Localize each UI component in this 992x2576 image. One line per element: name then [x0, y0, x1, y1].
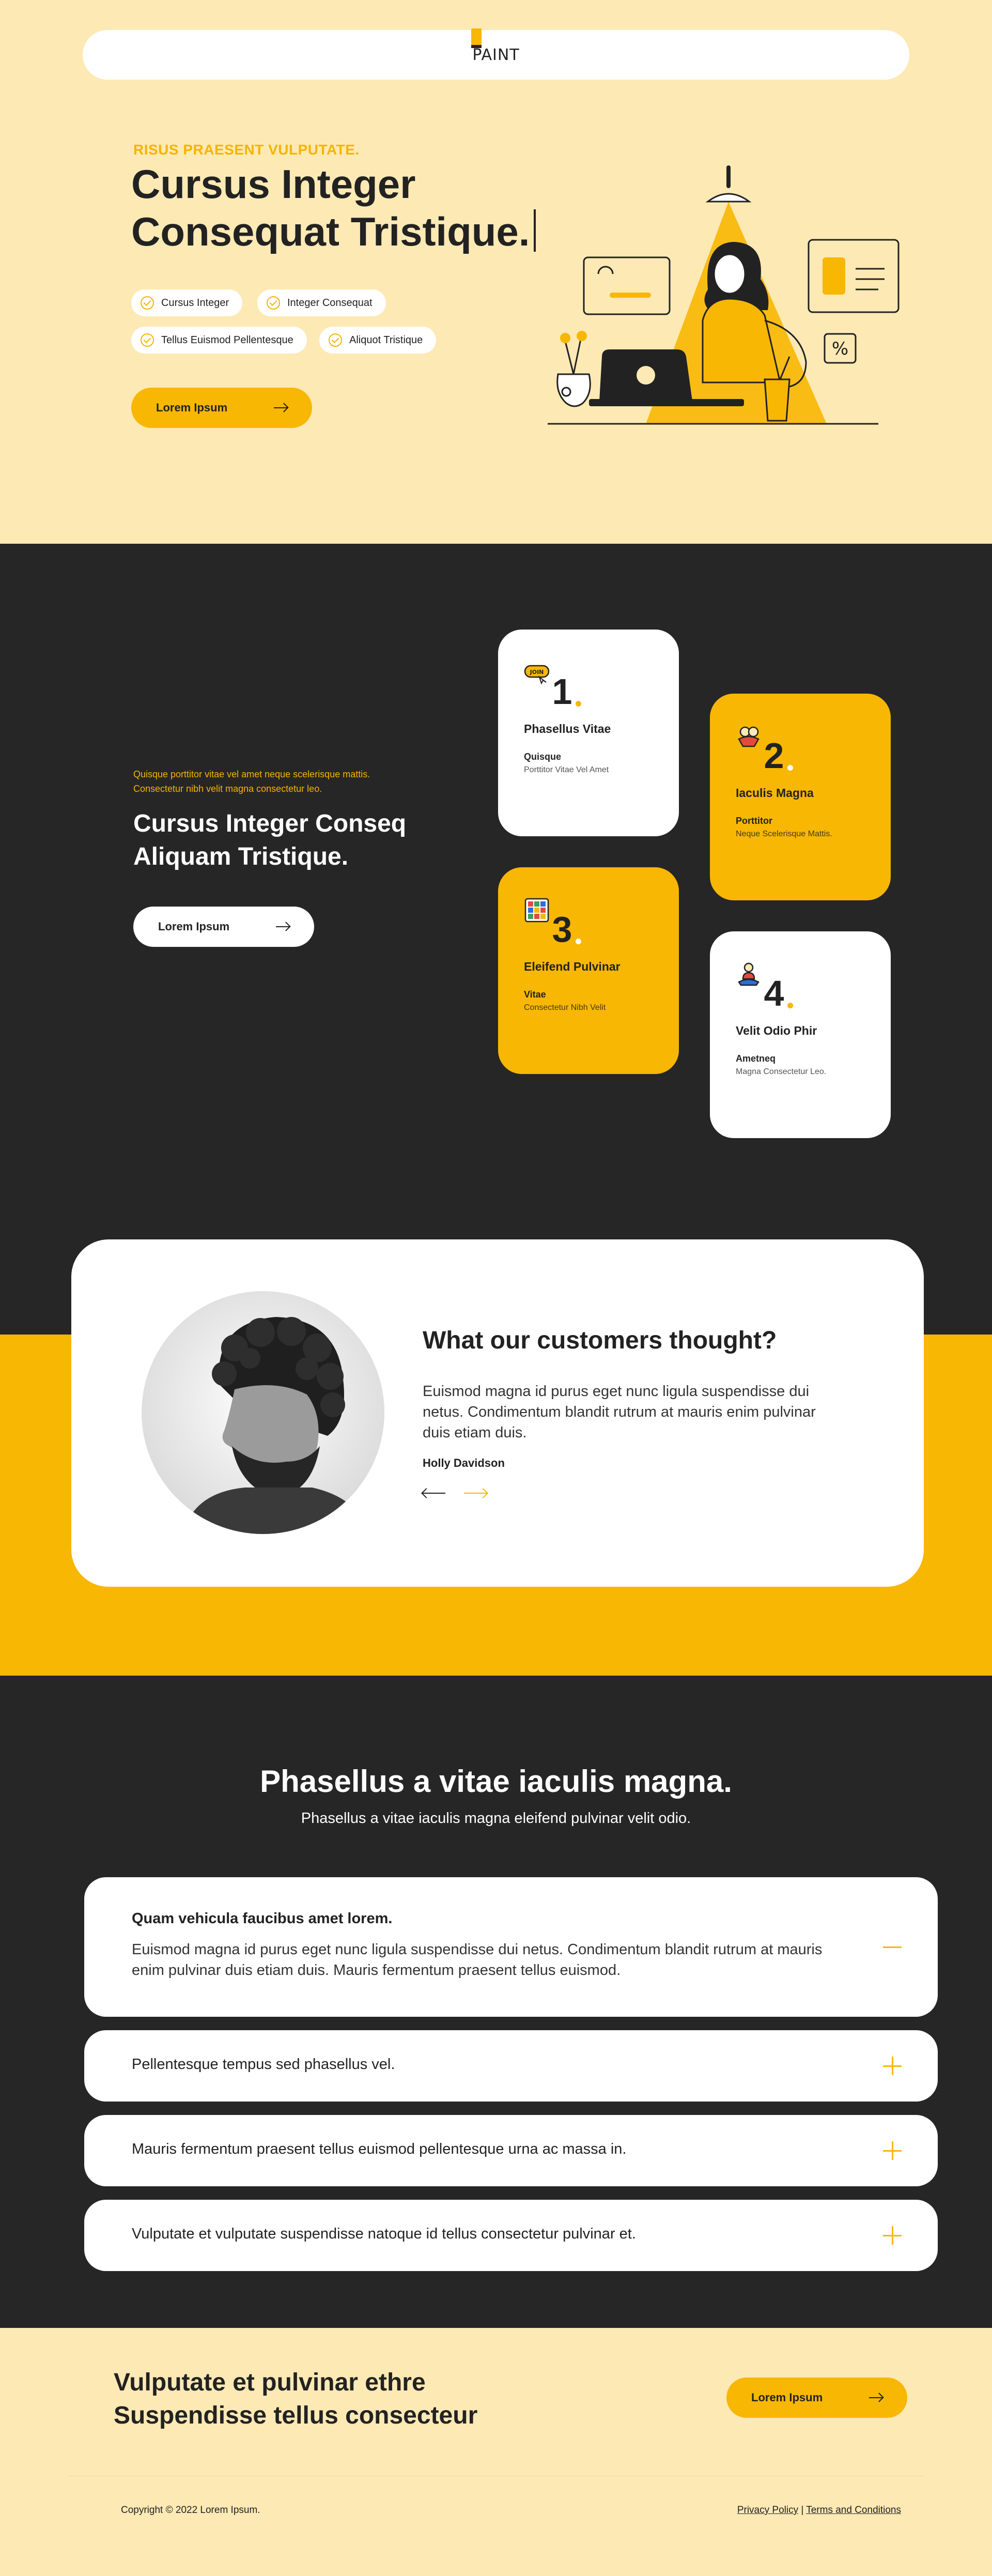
testimonial-card: What our customers thought? Euismod magn…: [71, 1239, 924, 1587]
feature-card-4[interactable]: 4 Velit Odio Phir Ametneq Magna Consecte…: [710, 931, 891, 1138]
faq-title: Phasellus a vitae iaculis magna.: [260, 1764, 732, 1799]
arrow-right-icon[interactable]: [464, 1493, 487, 1494]
plus-icon[interactable]: [883, 2226, 902, 2245]
testimonial-quote: Euismod magna id purus eget nunc ligula …: [423, 1383, 816, 1441]
hero-eyebrow: RISUS PRAESENT VULPUTATE.: [133, 142, 360, 158]
color-grid-icon: [524, 898, 549, 923]
feature-card-subtitle: Porttitor: [736, 816, 772, 826]
cta-button[interactable]: Lorem Ipsum: [726, 2378, 907, 2418]
plus-icon[interactable]: [883, 2057, 902, 2075]
features-section: Quisque porttitor vitae vel amet neque s…: [0, 544, 992, 1335]
feature-card-title: Eleifend Pulvinar: [524, 960, 621, 973]
hero-tag-label: Aliquot Tristique: [349, 334, 423, 346]
hero-title-line-1: Cursus Integer: [131, 161, 416, 207]
plus-icon[interactable]: [883, 2141, 902, 2160]
hero-section: PAINT RISUS PRAESENT VULPUTATE. Cursus I…: [0, 0, 992, 544]
faq-question: Mauris fermentum praesent tellus euismod…: [132, 2141, 627, 2157]
hero-title-line-2: Consequat Tristique.: [131, 209, 530, 254]
arrow-right-icon: [869, 2397, 882, 2398]
faq-answer: Euismod magna id purus eget nunc ligula …: [132, 1941, 823, 1979]
join-badge-icon: JOIN: [524, 665, 550, 685]
meditation-icon: [738, 962, 760, 986]
feature-card-subtitle: Quisque: [524, 752, 562, 762]
feature-card-2[interactable]: 2 Iaculis Magna Porttitor Neque Sceleris…: [710, 694, 891, 900]
check-circle-icon: [329, 333, 342, 347]
faq-question: Quam vehicula faucibus amet lorem.: [132, 1910, 393, 1927]
feature-card-number: 1: [552, 671, 582, 712]
handshake-icon: [738, 726, 760, 747]
hero-cta-button[interactable]: Lorem Ipsum: [131, 388, 312, 428]
join-badge-text: JOIN: [530, 669, 544, 676]
hero-tag-label: Integer Consequat: [287, 297, 373, 309]
features-cta-button[interactable]: Lorem Ipsum: [133, 907, 314, 947]
arrow-right-icon: [274, 407, 287, 408]
check-circle-icon: [141, 333, 154, 347]
hero-tag-label: Tellus Euismod Pellentesque: [161, 334, 293, 346]
features-cta-label: Lorem Ipsum: [158, 920, 230, 933]
legal-separator: |: [801, 2505, 804, 2516]
hero-tag: Tellus Euismod Pellentesque: [131, 327, 307, 354]
top-navbar: PAINT: [83, 28, 909, 80]
feature-card-description: Neque Scelerisque Mattis.: [736, 830, 832, 838]
feature-card-title: Iaculis Magna: [736, 786, 814, 800]
faq-item-open[interactable]: Quam vehicula faucibus amet lorem. Euism…: [84, 1877, 938, 2017]
cta-title: Vulputate et pulvinar ethre Suspendisse …: [114, 2369, 478, 2429]
faq-section: Phasellus a vitae iaculis magna. Phasell…: [0, 1676, 992, 2328]
faq-item[interactable]: Vulputate et vulputate suspendisse natoq…: [84, 2200, 938, 2271]
feature-card-title: Phasellus Vitae: [524, 722, 611, 735]
faq-item[interactable]: Mauris fermentum praesent tellus euismod…: [84, 2115, 938, 2186]
customer-avatar: [142, 1291, 384, 1534]
features-title: Cursus Integer Conseq Aliquam Tristique.: [133, 810, 407, 870]
page: PAINT RISUS PRAESENT VULPUTATE. Cursus I…: [0, 0, 992, 2576]
feature-card-description: Consectetur Nibh Velit: [524, 1003, 606, 1012]
minus-icon[interactable]: [883, 1938, 902, 1956]
feature-card-1[interactable]: JOIN 1 Phasellus Vitae Quisque Porttitor…: [498, 630, 679, 836]
hero-cta-label: Lorem Ipsum: [156, 401, 228, 414]
features-eyebrow: Quisque porttitor vitae vel amet neque s…: [133, 769, 370, 794]
check-circle-icon: [141, 296, 154, 310]
hero-title: Cursus Integer Consequat Tristique.: [131, 160, 596, 255]
faq-question: Pellentesque tempus sed phasellus vel.: [132, 2056, 395, 2073]
arrow-left-icon[interactable]: [423, 1493, 445, 1494]
text-caret: [534, 209, 536, 252]
cta-button-label: Lorem Ipsum: [751, 2391, 823, 2404]
testimonial-author: Holly Davidson: [423, 1456, 505, 1469]
feature-card-title: Velit Odio Phir: [736, 1024, 817, 1037]
hero-illustration: %: [548, 165, 900, 425]
testimonial-heading: What our customers thought?: [423, 1327, 777, 1354]
terms-link[interactable]: Terms and Conditions: [806, 2505, 901, 2516]
feature-card-subtitle: Ametneq: [736, 1053, 776, 1064]
feature-card-number: 4: [764, 973, 794, 1014]
paint-brush-icon: [471, 28, 482, 48]
hero-tag: Aliquot Tristique: [319, 327, 437, 354]
copyright-text: Copyright © 2022 Lorem Ipsum.: [121, 2505, 260, 2516]
logo-text: PAINT: [472, 45, 520, 64]
feature-card-3[interactable]: 3 Eleifend Pulvinar Vitae Consectetur Ni…: [498, 867, 679, 1074]
hero-tag: Integer Consequat: [257, 289, 386, 316]
hero-tag-label: Cursus Integer: [161, 297, 229, 309]
feature-card-subtitle: Vitae: [524, 989, 546, 1000]
faq-subtitle: Phasellus a vitae iaculis magna eleifend…: [301, 1810, 691, 1827]
faq-item[interactable]: Pellentesque tempus sed phasellus vel.: [84, 2030, 938, 2102]
feature-card-number: 2: [764, 735, 794, 776]
arrow-right-icon: [276, 926, 289, 927]
cta-section: Vulputate et pulvinar ethre Suspendisse …: [0, 2328, 992, 2576]
feature-card-description: Porttitor Vitae Vel Amet: [524, 765, 609, 774]
legal-links: Privacy Policy | Terms and Conditions: [737, 2505, 901, 2516]
privacy-policy-link[interactable]: Privacy Policy: [737, 2505, 798, 2516]
logo[interactable]: PAINT: [471, 28, 520, 64]
feature-card-number: 3: [552, 909, 582, 949]
check-circle-icon: [267, 296, 280, 310]
hero-tag: Cursus Integer: [131, 289, 243, 316]
faq-question: Vulputate et vulputate suspendisse natoq…: [132, 2226, 636, 2242]
svg-text:%: %: [832, 339, 848, 359]
feature-card-description: Magna Consectetur Leo.: [736, 1067, 827, 1076]
